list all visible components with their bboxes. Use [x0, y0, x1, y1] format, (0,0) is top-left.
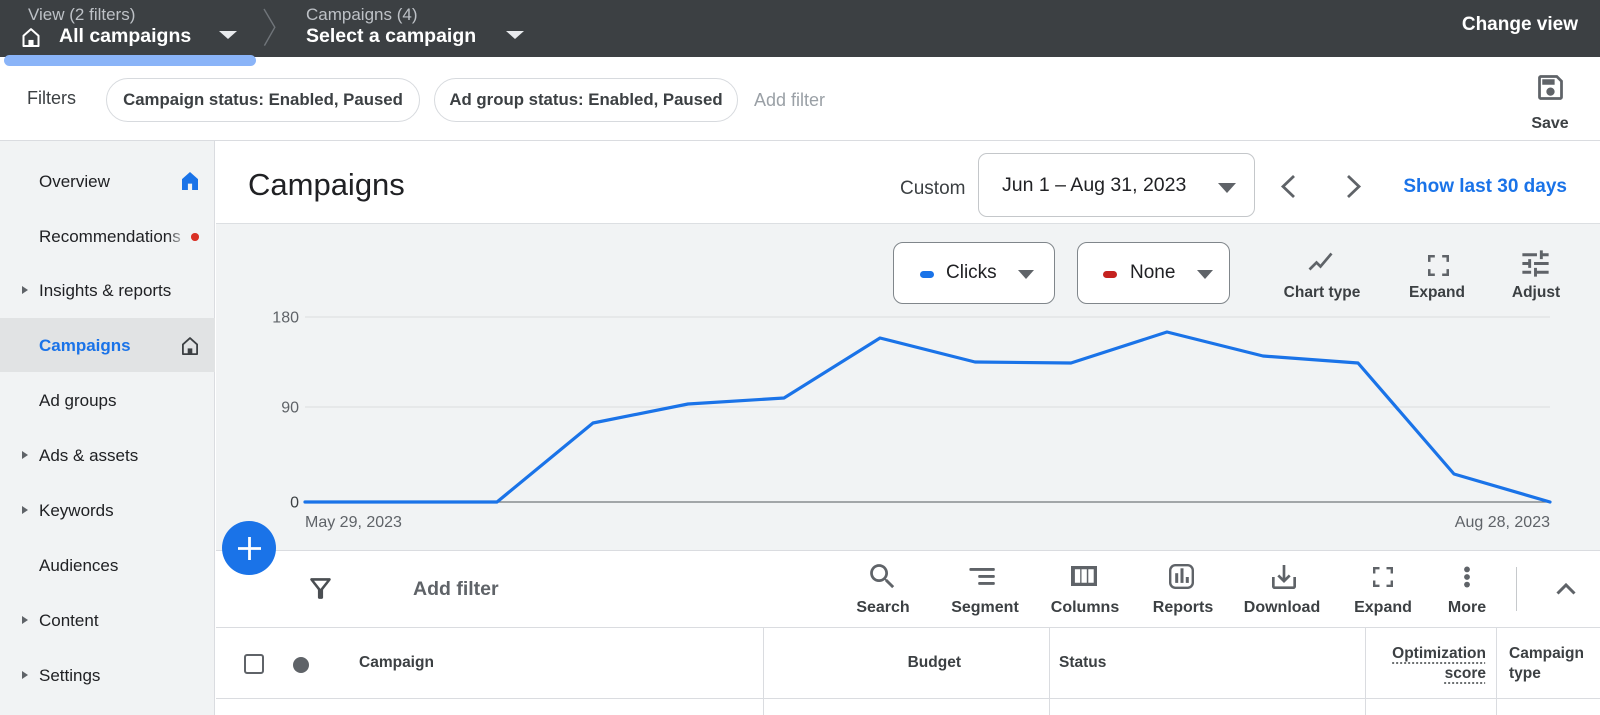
svg-text:May 29, 2023: May 29, 2023: [305, 514, 402, 531]
svg-text:180: 180: [272, 310, 299, 327]
svg-text:0: 0: [290, 495, 299, 512]
svg-text:90: 90: [281, 400, 299, 417]
svg-text:Aug 28, 2023: Aug 28, 2023: [1455, 514, 1550, 531]
